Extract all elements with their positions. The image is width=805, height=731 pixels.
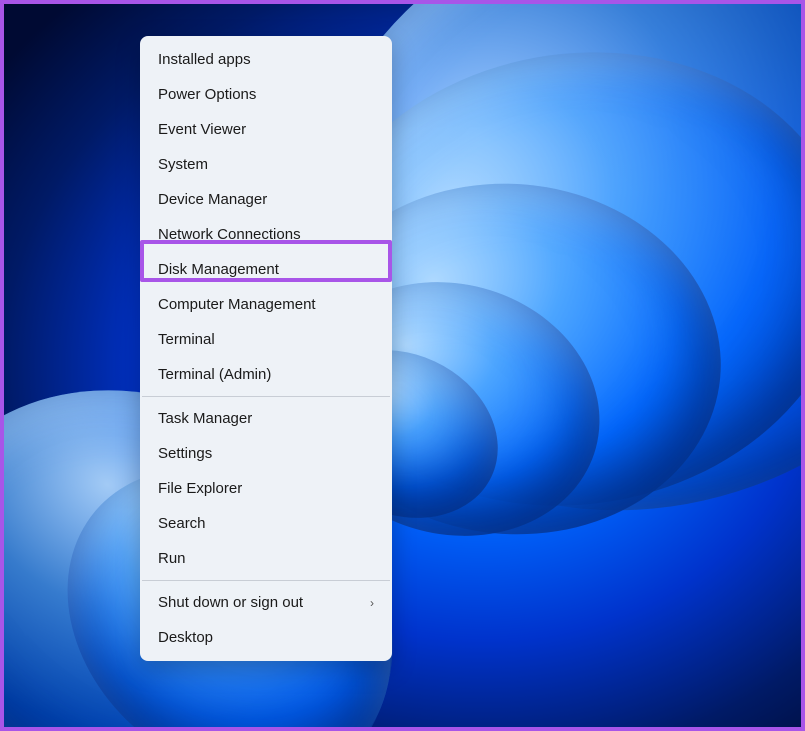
menu-item-system[interactable]: System <box>140 147 392 182</box>
menu-divider <box>142 580 390 581</box>
menu-item-installed-apps[interactable]: Installed apps <box>140 42 392 77</box>
menu-item-label: File Explorer <box>158 480 242 497</box>
menu-item-run[interactable]: Run <box>140 541 392 576</box>
menu-item-label: Search <box>158 515 206 532</box>
menu-item-label: Task Manager <box>158 410 252 427</box>
menu-item-network-connections[interactable]: Network Connections <box>140 217 392 252</box>
menu-item-event-viewer[interactable]: Event Viewer <box>140 112 392 147</box>
menu-item-file-explorer[interactable]: File Explorer <box>140 471 392 506</box>
desktop-wallpaper <box>4 4 801 727</box>
menu-item-label: Disk Management <box>158 261 279 278</box>
menu-item-label: Terminal <box>158 331 215 348</box>
menu-item-label: Run <box>158 550 186 567</box>
menu-item-label: Power Options <box>158 86 256 103</box>
menu-item-computer-management[interactable]: Computer Management <box>140 287 392 322</box>
menu-item-label: System <box>158 156 208 173</box>
menu-item-label: Settings <box>158 445 212 462</box>
menu-item-search[interactable]: Search <box>140 506 392 541</box>
menu-divider <box>142 396 390 397</box>
menu-item-label: Terminal (Admin) <box>158 366 271 383</box>
menu-item-label: Desktop <box>158 629 213 646</box>
chevron-right-icon: › <box>370 596 374 610</box>
menu-item-disk-management[interactable]: Disk Management <box>140 252 392 287</box>
menu-item-label: Computer Management <box>158 296 316 313</box>
menu-item-settings[interactable]: Settings <box>140 436 392 471</box>
menu-item-device-manager[interactable]: Device Manager <box>140 182 392 217</box>
menu-item-task-manager[interactable]: Task Manager <box>140 401 392 436</box>
menu-item-label: Network Connections <box>158 226 301 243</box>
menu-item-power-options[interactable]: Power Options <box>140 77 392 112</box>
menu-item-label: Installed apps <box>158 51 251 68</box>
menu-item-label: Device Manager <box>158 191 267 208</box>
menu-item-desktop[interactable]: Desktop <box>140 620 392 655</box>
winx-context-menu: Installed apps Power Options Event Viewe… <box>140 36 392 661</box>
menu-item-label: Event Viewer <box>158 121 246 138</box>
menu-item-terminal-admin[interactable]: Terminal (Admin) <box>140 357 392 392</box>
menu-item-shutdown[interactable]: Shut down or sign out › <box>140 585 392 620</box>
menu-item-label: Shut down or sign out <box>158 594 303 611</box>
menu-item-terminal[interactable]: Terminal <box>140 322 392 357</box>
